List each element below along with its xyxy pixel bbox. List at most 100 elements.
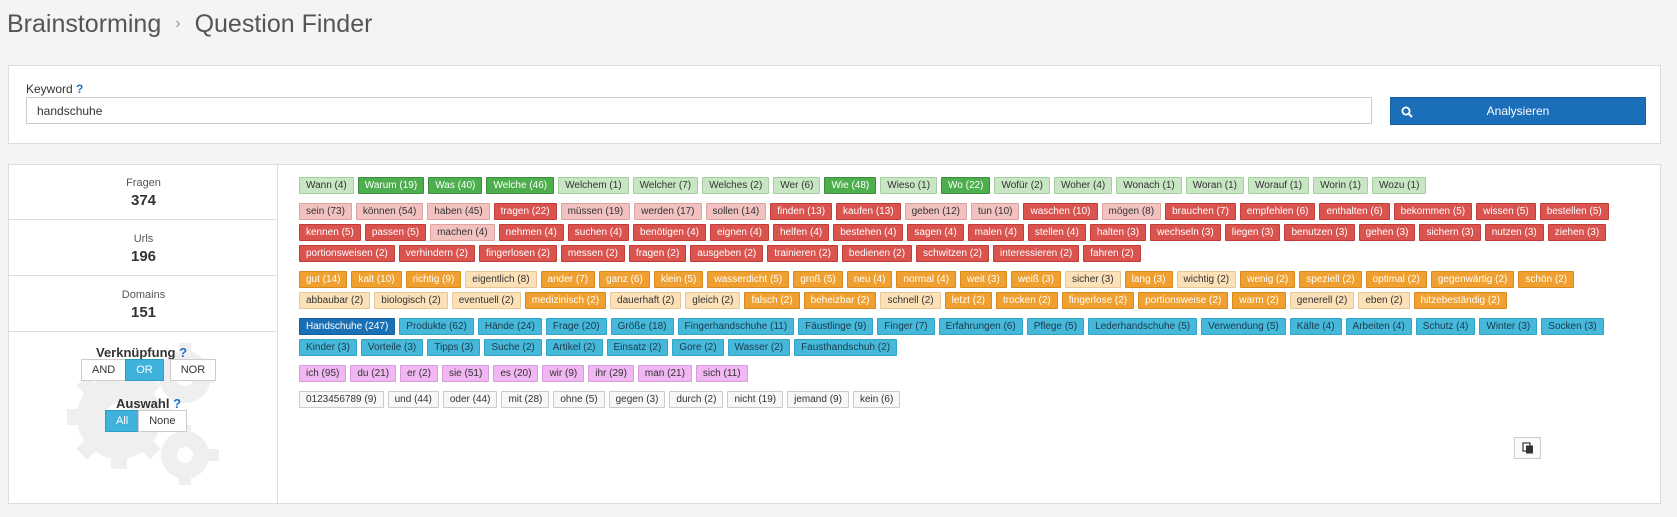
tag-chip[interactable]: gehen (3) — [1358, 224, 1416, 241]
tag-chip[interactable]: Woher (4) — [1053, 177, 1113, 194]
tag-chip[interactable]: portionsweise (2) — [1138, 292, 1229, 309]
tag-chip[interactable]: enthalten (6) — [1319, 203, 1390, 220]
tag-chip[interactable]: gut (14) — [299, 271, 348, 288]
tag-chip[interactable]: eignen (4) — [709, 224, 769, 241]
tag-chip[interactable]: nicht (19) — [727, 391, 784, 408]
tag-chip[interactable]: Welche (46) — [486, 177, 555, 194]
tag-chip[interactable]: weiß (3) — [1010, 271, 1061, 288]
tag-chip[interactable]: messen (2) — [560, 245, 625, 262]
tag-chip[interactable]: brauchen (7) — [1165, 203, 1236, 220]
tag-chip[interactable]: sein (73) — [299, 203, 352, 220]
tag-chip[interactable]: bekommen (5) — [1393, 203, 1473, 220]
tag-chip[interactable]: Wozu (1) — [1372, 177, 1427, 194]
tag-chip[interactable]: oder (44) — [442, 391, 498, 408]
tag-chip[interactable]: eventuell (2) — [451, 292, 521, 309]
tag-chip[interactable]: portionsweisen (2) — [299, 245, 395, 262]
tag-chip[interactable]: sollen (14) — [705, 203, 767, 220]
tag-chip[interactable]: Wie (48) — [824, 177, 877, 194]
tag-chip[interactable]: Fäustlinge (9) — [798, 318, 874, 335]
copy-button[interactable] — [1514, 437, 1541, 459]
tag-chip[interactable]: du (21) — [350, 365, 397, 382]
tag-chip[interactable]: fahren (2) — [1083, 245, 1141, 262]
tag-chip[interactable]: Wann (4) — [299, 177, 354, 194]
tag-chip[interactable]: es (20) — [493, 365, 539, 382]
tag-chip[interactable]: richtig (9) — [405, 271, 462, 288]
tag-chip[interactable]: trocken (2) — [995, 292, 1058, 309]
tag-chip[interactable]: gegenwärtig (2) — [1430, 271, 1515, 288]
tag-chip[interactable]: kaufen (13) — [836, 203, 901, 220]
tag-chip[interactable]: warm (2) — [1232, 292, 1286, 309]
analyze-button[interactable]: Analysieren — [1390, 97, 1646, 125]
tag-chip[interactable]: ausgeben (2) — [690, 245, 764, 262]
tag-chip[interactable]: finden (13) — [770, 203, 833, 220]
tag-chip[interactable]: schön (2) — [1518, 271, 1575, 288]
tag-chip[interactable]: Winter (3) — [1479, 318, 1538, 335]
tag-chip[interactable]: dauerhaft (2) — [610, 292, 682, 309]
tag-chip[interactable]: Wieso (1) — [880, 177, 938, 194]
tag-chip[interactable]: ihr (29) — [588, 365, 634, 382]
tag-chip[interactable]: suchen (4) — [567, 224, 630, 241]
tag-chip[interactable]: er (2) — [400, 365, 438, 382]
tag-chip[interactable]: werden (17) — [634, 203, 702, 220]
tag-chip[interactable]: ander (7) — [540, 271, 596, 288]
tag-chip[interactable]: Lederhandschuhe (5) — [1088, 318, 1198, 335]
tag-chip[interactable]: geben (12) — [904, 203, 967, 220]
tag-chip[interactable]: Gore (2) — [672, 339, 724, 356]
tag-chip[interactable]: wichtig (2) — [1176, 271, 1237, 288]
tag-chip[interactable]: Größe (18) — [610, 318, 674, 335]
tag-chip[interactable]: 0123456789 (9) — [299, 391, 384, 408]
tag-chip[interactable]: eben (2) — [1358, 292, 1410, 309]
and-button[interactable]: AND — [81, 359, 127, 381]
tag-chip[interactable]: schwitzen (2) — [916, 245, 989, 262]
tag-chip[interactable]: benutzen (3) — [1284, 224, 1355, 241]
tag-chip[interactable]: groß (5) — [793, 271, 843, 288]
tag-chip[interactable]: können (54) — [355, 203, 424, 220]
tag-chip[interactable]: letzt (2) — [944, 292, 992, 309]
tag-chip[interactable]: Fausthandschuh (2) — [794, 339, 898, 356]
tag-chip[interactable]: machen (4) — [430, 224, 495, 241]
tag-chip[interactable]: bestellen (5) — [1539, 203, 1609, 220]
tag-chip[interactable]: Welcher (7) — [632, 177, 699, 194]
tag-chip[interactable]: bestehen (4) — [833, 224, 904, 241]
tag-chip[interactable]: malen (4) — [967, 224, 1024, 241]
tag-chip[interactable]: sie (51) — [441, 365, 490, 382]
tag-chip[interactable]: jemand (9) — [787, 391, 849, 408]
tag-chip[interactable]: weit (3) — [960, 271, 1007, 288]
tag-chip[interactable]: Finger (7) — [877, 318, 935, 335]
tag-chip[interactable]: Socken (3) — [1541, 318, 1604, 335]
tag-chip[interactable]: Verwendung (5) — [1201, 318, 1286, 335]
tag-chip[interactable]: medizinisch (2) — [524, 292, 607, 309]
tag-chip[interactable]: nehmen (4) — [498, 224, 564, 241]
tag-chip[interactable]: Frage (20) — [545, 318, 607, 335]
tag-chip[interactable]: Wofür (2) — [994, 177, 1050, 194]
tag-chip[interactable]: Erfahrungen (6) — [938, 318, 1023, 335]
tag-chip[interactable]: speziell (2) — [1299, 271, 1362, 288]
keyword-input[interactable] — [26, 97, 1372, 124]
tag-chip[interactable]: ganz (6) — [599, 271, 650, 288]
tag-chip[interactable]: durch (2) — [669, 391, 724, 408]
tag-chip[interactable]: mögen (8) — [1101, 203, 1162, 220]
help-icon[interactable]: ? — [76, 82, 83, 96]
tag-chip[interactable]: müssen (19) — [560, 203, 631, 220]
tag-chip[interactable]: normal (4) — [896, 271, 957, 288]
tag-chip[interactable]: stellen (4) — [1027, 224, 1086, 241]
tag-chip[interactable]: ohne (5) — [553, 391, 605, 408]
none-button[interactable]: None — [138, 410, 187, 432]
tag-chip[interactable]: Arbeiten (4) — [1345, 318, 1412, 335]
tag-chip[interactable]: man (21) — [637, 365, 692, 382]
tag-chip[interactable]: Welchem (1) — [558, 177, 629, 194]
tag-chip[interactable]: Wer (6) — [773, 177, 821, 194]
tag-chip[interactable]: neu (4) — [846, 271, 893, 288]
tag-chip[interactable]: fingerlose (2) — [1061, 292, 1135, 309]
tag-chip[interactable]: fragen (2) — [628, 245, 687, 262]
tag-chip[interactable]: wechseln (3) — [1150, 224, 1221, 241]
tag-chip[interactable]: abbaubar (2) — [299, 292, 371, 309]
tag-chip[interactable]: kein (6) — [852, 391, 901, 408]
tag-chip[interactable]: sagen (4) — [907, 224, 964, 241]
tag-chip[interactable]: wissen (5) — [1476, 203, 1536, 220]
tag-chip[interactable]: sichern (3) — [1419, 224, 1481, 241]
tag-chip[interactable]: Welches (2) — [702, 177, 770, 194]
tag-chip[interactable]: trainieren (2) — [767, 245, 838, 262]
tag-chip[interactable]: bedienen (2) — [841, 245, 913, 262]
tag-chip[interactable]: sicher (3) — [1064, 271, 1121, 288]
